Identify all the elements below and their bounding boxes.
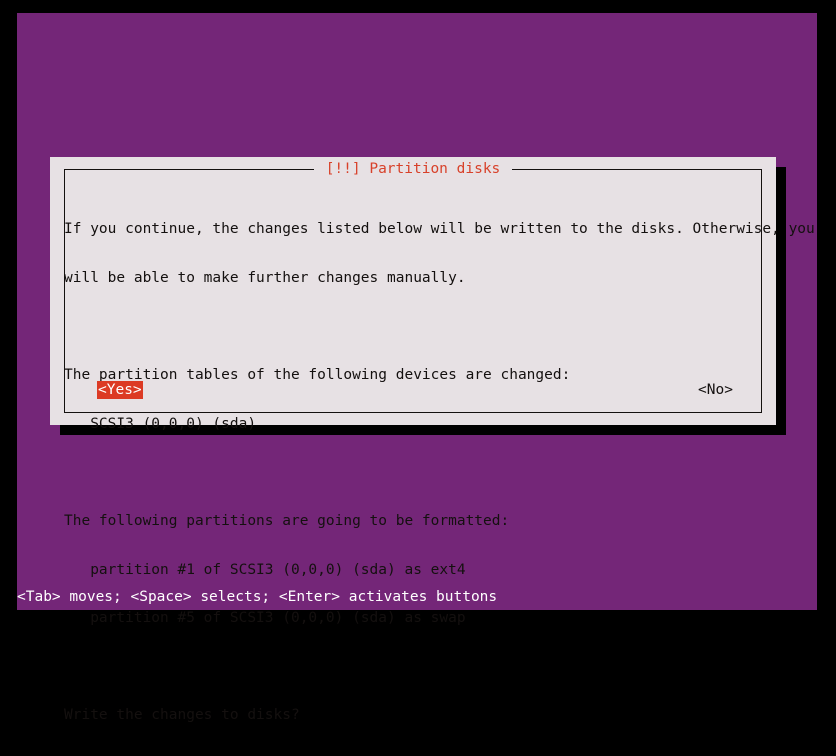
body-line-question: Write the changes to disks? [64,707,300,724]
dialog-button-row: <Yes> <No> [50,381,776,401]
body-line: If you continue, the changes listed belo… [64,221,815,238]
status-bar-hint: <Tab> moves; <Space> selects; <Enter> ac… [17,588,817,607]
body-blank-line [64,464,764,480]
yes-button[interactable]: <Yes> [97,381,143,399]
body-line-partition: partition #1 of SCSI3 (0,0,0) (sda) as e… [64,561,466,578]
dialog-body-text: If you continue, the changes listed belo… [64,189,815,756]
body-line-device: SCSI3 (0,0,0) (sda) [64,415,257,432]
body-line: The following partitions are going to be… [64,512,510,529]
body-blank-line [64,319,764,335]
dialog-title-text: [!!] Partition disks [313,157,513,181]
installer-screen: [!!] Partition disks If you continue, th… [0,0,836,723]
body-line: will be able to make further changes man… [64,270,466,286]
body-blank-line [64,659,764,675]
dialog-title-bar: [!!] Partition disks [50,157,776,181]
body-line-partition: partition #5 of SCSI3 (0,0,0) (sda) as s… [64,610,466,627]
no-button[interactable]: <No> [697,381,734,399]
